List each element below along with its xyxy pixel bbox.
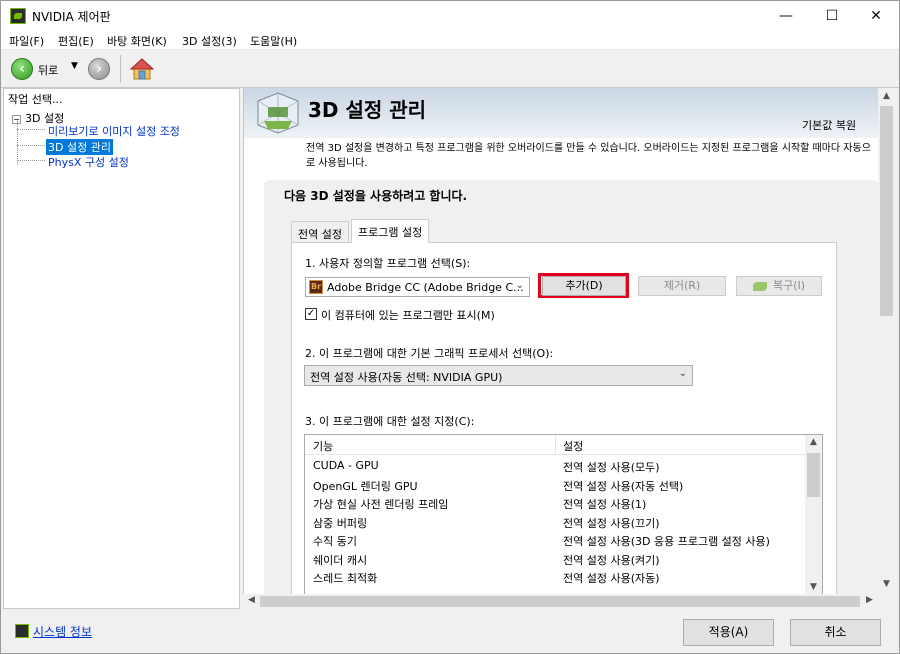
setting-cell: 전역 설정 사용(켜기) bbox=[563, 554, 660, 567]
arrow-left-icon[interactable]: ‹ bbox=[11, 58, 33, 80]
feature-cell: 삼중 버퍼링 bbox=[313, 517, 368, 530]
setting-cell: 전역 설정 사용(3D 응용 프로그램 설정 사용) bbox=[563, 535, 770, 548]
nvidia-logo-icon bbox=[10, 8, 26, 24]
tree-connector bbox=[17, 160, 45, 161]
feature-cell: 수직 동기 bbox=[313, 535, 357, 548]
tree-connector bbox=[17, 145, 45, 146]
graphics-processor-select[interactable]: 전역 설정 사용(자동 선택: NVIDIA GPU) ⌄ bbox=[304, 365, 693, 386]
restore-program-button[interactable]: 복구(I) bbox=[736, 276, 822, 296]
page-title: 3D 설정 관리 bbox=[308, 98, 427, 122]
section-title: 다음 3D 설정을 사용하려고 합니다. bbox=[284, 189, 468, 203]
content-pane: 3D 설정 관리 기본값 복원 전역 3D 설정을 변경하고 특정 프로그램을 … bbox=[243, 88, 878, 594]
feature-cell: OpenGL 렌더링 GPU bbox=[313, 480, 418, 493]
feature-cell: CUDA - GPU bbox=[313, 459, 379, 472]
home-icon[interactable] bbox=[129, 56, 155, 82]
content-vertical-scrollbar[interactable]: ▲ ▼ bbox=[878, 88, 895, 594]
scroll-left-icon[interactable]: ◀ bbox=[243, 595, 260, 605]
table-scrollbar[interactable]: ▲ ▼ bbox=[805, 435, 822, 594]
tree-header: 작업 선택... bbox=[8, 93, 63, 106]
content-horizontal-scrollbar[interactable]: ◀ ▶ bbox=[243, 594, 878, 609]
remove-program-button[interactable]: 제거(R) bbox=[638, 276, 726, 296]
tree-item-manage-3d-settings[interactable]: 3D 설정 관리 bbox=[46, 139, 113, 155]
tree-connector bbox=[17, 121, 37, 165]
toolbar-separator bbox=[120, 55, 121, 83]
step2-label: 2. 이 프로그램에 대한 기본 그래픽 프로세서 선택(O): bbox=[305, 347, 554, 360]
maximize-button[interactable]: ☐ bbox=[809, 1, 855, 31]
show-installed-only-label[interactable]: 이 컴퓨터에 있는 프로그램만 표시(M) bbox=[321, 307, 495, 323]
setting-cell: 전역 설정 사용(모두) bbox=[563, 461, 660, 474]
table-row[interactable]: 스레드 최적화 전역 설정 사용(자동) bbox=[305, 570, 805, 588]
scroll-up-icon[interactable]: ▲ bbox=[805, 437, 822, 447]
scroll-down-icon[interactable]: ▼ bbox=[805, 582, 822, 592]
column-header-setting[interactable]: 설정 bbox=[563, 438, 583, 454]
table-row[interactable]: 가상 현실 사전 렌더링 프레임 전역 설정 사용(1) bbox=[305, 496, 805, 514]
system-info-link[interactable]: 시스템 정보 bbox=[33, 623, 92, 640]
scroll-down-icon[interactable]: ▼ bbox=[878, 579, 895, 589]
window-title: NVIDIA 제어판 bbox=[32, 10, 111, 24]
cancel-button[interactable]: 취소 bbox=[790, 619, 881, 646]
nvidia-control-panel-window: NVIDIA 제어판 — ☐ ✕ 파일(F) 편집(E) 바탕 화면(K) 3D… bbox=[0, 0, 900, 654]
program-select[interactable]: Br Adobe Bridge CC (Adobe Bridge C... ⌄ bbox=[305, 277, 530, 297]
chevron-down-icon: ⌄ bbox=[515, 280, 524, 291]
arrow-right-icon[interactable]: › bbox=[88, 58, 110, 80]
settings-table: 기능 설정 CUDA - GPU 전역 설정 사용(모두) OpenGL 렌더링… bbox=[304, 434, 823, 594]
vertical-scroll-thumb[interactable] bbox=[880, 106, 893, 316]
restore-program-label: 복구(I) bbox=[772, 279, 806, 292]
task-tree-pane: 작업 선택... −3D 설정 미리보기로 이미지 설정 조정 3D 설정 관리… bbox=[3, 88, 240, 609]
setting-cell: 전역 설정 사용(자동 선택) bbox=[563, 480, 684, 493]
menu-help[interactable]: 도움말(H) bbox=[250, 33, 297, 49]
toolbar: ‹ 뒤로 ▼ › bbox=[1, 50, 899, 88]
show-installed-only-checkbox[interactable]: ✓ bbox=[305, 308, 317, 320]
menu-edit[interactable]: 편집(E) bbox=[58, 33, 94, 49]
setting-cell: 전역 설정 사용(1) bbox=[563, 498, 647, 511]
title-bar: NVIDIA 제어판 — ☐ ✕ bbox=[1, 1, 899, 31]
menu-desktop[interactable]: 바탕 화면(K) bbox=[107, 33, 167, 49]
back-history-dropdown-icon[interactable]: ▼ bbox=[71, 61, 78, 71]
feature-cell: 가상 현실 사전 렌더링 프레임 bbox=[313, 498, 449, 511]
tab-program-settings[interactable]: 프로그램 설정 bbox=[351, 219, 430, 243]
tree-connector bbox=[17, 129, 45, 130]
column-divider bbox=[555, 435, 556, 455]
feature-cell: 쉐이더 캐시 bbox=[313, 554, 368, 567]
table-scroll-thumb[interactable] bbox=[807, 453, 820, 497]
3d-settings-banner-icon bbox=[257, 92, 299, 134]
tree-item-preview-image-settings[interactable]: 미리보기로 이미지 설정 조정 bbox=[46, 123, 182, 139]
step1-label: 1. 사용자 정의할 프로그램 선택(S): bbox=[305, 257, 471, 270]
horizontal-scroll-thumb[interactable] bbox=[260, 596, 860, 607]
chevron-down-icon: ⌄ bbox=[678, 368, 687, 379]
nvidia-logo-icon bbox=[752, 281, 767, 291]
system-info-icon[interactable] bbox=[15, 624, 29, 638]
scroll-right-icon[interactable]: ▶ bbox=[861, 595, 878, 605]
menu-3d-settings[interactable]: 3D 설정(3) bbox=[182, 33, 237, 49]
back-button-label[interactable]: 뒤로 bbox=[38, 62, 58, 78]
table-header: 기능 설정 bbox=[305, 435, 805, 455]
step3-label: 3. 이 프로그램에 대한 설정 지정(C): bbox=[305, 415, 475, 428]
minimize-button[interactable]: — bbox=[763, 1, 809, 31]
menu-bar: 파일(F) 편집(E) 바탕 화면(K) 3D 설정(3) 도움말(H) bbox=[1, 31, 899, 50]
tab-global-settings[interactable]: 전역 설정 bbox=[291, 221, 349, 242]
selected-processor: 전역 설정 사용(자동 선택: NVIDIA GPU) bbox=[310, 371, 503, 384]
table-row[interactable]: 수직 동기 전역 설정 사용(3D 응용 프로그램 설정 사용) bbox=[305, 533, 805, 551]
setting-cell: 전역 설정 사용(자동) bbox=[563, 572, 660, 585]
page-description: 전역 3D 설정을 변경하고 특정 프로그램을 위한 오버라이드를 만들 수 있… bbox=[306, 143, 871, 169]
table-row[interactable]: OpenGL 렌더링 GPU 전역 설정 사용(자동 선택) bbox=[305, 478, 805, 496]
page-banner: 3D 설정 관리 기본값 복원 bbox=[244, 88, 878, 138]
apply-button[interactable]: 적용(A) bbox=[683, 619, 774, 646]
close-button[interactable]: ✕ bbox=[853, 1, 899, 31]
table-row[interactable]: 쉐이더 캐시 전역 설정 사용(켜기) bbox=[305, 552, 805, 570]
setting-cell: 전역 설정 사용(끄기) bbox=[563, 517, 660, 530]
table-row[interactable]: CUDA - GPU 전역 설정 사용(모두) bbox=[305, 459, 805, 477]
restore-defaults-link[interactable]: 기본값 복원 bbox=[802, 117, 856, 133]
selected-program: Adobe Bridge CC (Adobe Bridge C... bbox=[327, 281, 524, 294]
feature-cell: 스레드 최적화 bbox=[313, 572, 378, 585]
bottom-bar: 시스템 정보 적용(A) 취소 bbox=[1, 611, 899, 653]
adobe-bridge-icon: Br bbox=[309, 280, 323, 294]
column-header-feature[interactable]: 기능 bbox=[313, 438, 333, 454]
table-row[interactable]: 삼중 버퍼링 전역 설정 사용(끄기) bbox=[305, 515, 805, 533]
menu-file[interactable]: 파일(F) bbox=[9, 33, 44, 49]
scroll-up-icon[interactable]: ▲ bbox=[878, 91, 895, 101]
add-program-button[interactable]: 추가(D) bbox=[542, 276, 626, 296]
tree-item-physx-configuration[interactable]: PhysX 구성 설정 bbox=[46, 154, 131, 170]
